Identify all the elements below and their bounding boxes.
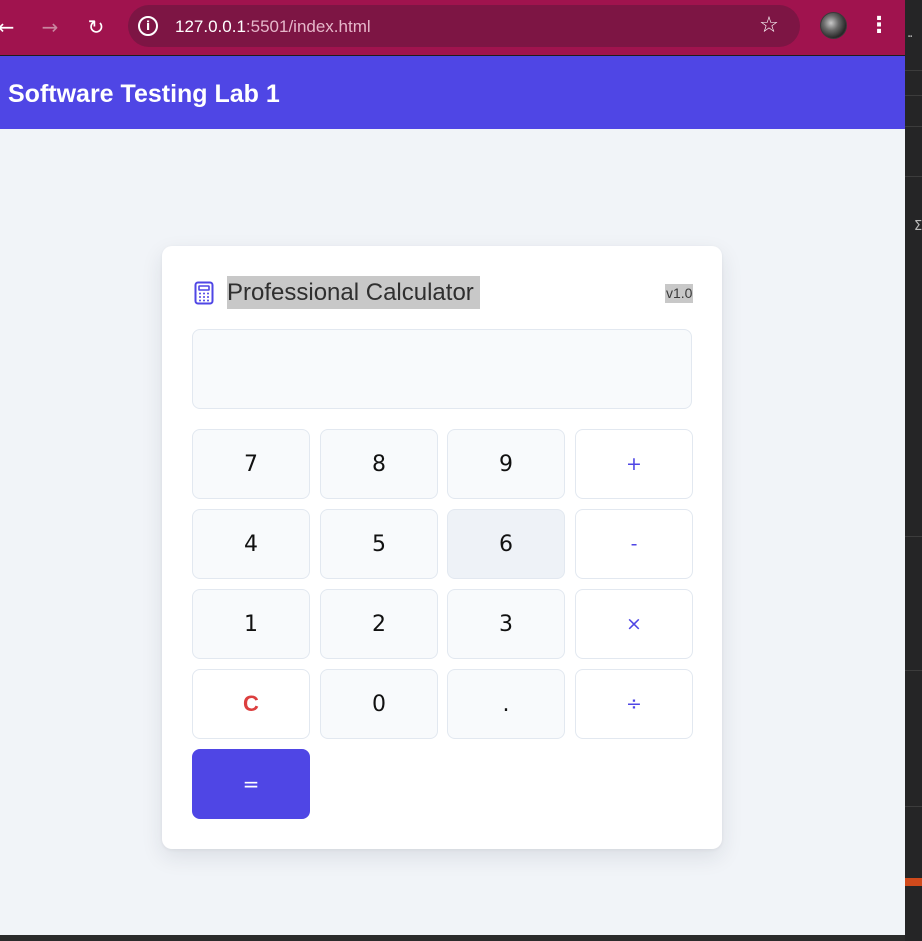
calculator-display[interactable] bbox=[192, 329, 692, 409]
app-header: Software Testing Lab 1 bbox=[0, 56, 905, 129]
divider bbox=[905, 670, 922, 671]
calculator-icon bbox=[194, 281, 214, 305]
window-bottom-edge bbox=[0, 935, 905, 941]
equals-button[interactable]: = bbox=[192, 749, 310, 819]
key-4[interactable]: 4 bbox=[192, 509, 310, 579]
arrow-left-icon[interactable]: ← bbox=[0, 11, 22, 43]
site-info-icon[interactable]: i bbox=[138, 16, 158, 36]
divider bbox=[905, 806, 922, 807]
url-host: 127.0.0.1 bbox=[175, 17, 246, 36]
status-marker bbox=[905, 878, 922, 886]
url-path: :5501/index.html bbox=[245, 17, 371, 36]
divide-button[interactable]: ÷ bbox=[575, 669, 693, 739]
calculator-title: Professional Calculator bbox=[227, 276, 480, 309]
divider bbox=[905, 70, 922, 71]
subtract-button[interactable]: - bbox=[575, 509, 693, 579]
divider bbox=[905, 536, 922, 537]
calculator-card: Professional Calculator v1.0 7 8 9 + 4 5… bbox=[162, 246, 722, 849]
url-text[interactable]: 127.0.0.1:5501/index.html bbox=[175, 17, 371, 37]
clear-button[interactable]: C bbox=[192, 669, 310, 739]
key-1[interactable]: 1 bbox=[192, 589, 310, 659]
multiply-button[interactable]: × bbox=[575, 589, 693, 659]
key-7[interactable]: 7 bbox=[192, 429, 310, 499]
key-5[interactable]: 5 bbox=[320, 509, 438, 579]
divider bbox=[905, 126, 922, 127]
profile-avatar[interactable] bbox=[820, 12, 847, 39]
key-6[interactable]: 6 bbox=[447, 509, 565, 579]
divider bbox=[905, 176, 922, 177]
panel-glyph-icon: Σ bbox=[914, 219, 922, 234]
key-3[interactable]: 3 bbox=[447, 589, 565, 659]
screen: ← → ↻ i 127.0.0.1:5501/index.html ☆ ⋮ ··… bbox=[0, 0, 922, 941]
star-icon[interactable]: ☆ bbox=[756, 13, 782, 39]
key-2[interactable]: 2 bbox=[320, 589, 438, 659]
divider bbox=[905, 95, 922, 96]
arrow-right-icon[interactable]: → bbox=[34, 11, 66, 43]
devtools-panel-edge: ·· Σ bbox=[905, 0, 922, 941]
address-bar[interactable]: i 127.0.0.1:5501/index.html ☆ bbox=[128, 5, 800, 47]
browser-toolbar: ← → ↻ i 127.0.0.1:5501/index.html ☆ ⋮ bbox=[0, 0, 905, 55]
app-title: Software Testing Lab 1 bbox=[8, 80, 280, 108]
key-8[interactable]: 8 bbox=[320, 429, 438, 499]
version-badge: v1.0 bbox=[665, 284, 694, 303]
decimal-button[interactable]: . bbox=[447, 669, 565, 739]
key-0[interactable]: 0 bbox=[320, 669, 438, 739]
add-button[interactable]: + bbox=[575, 429, 693, 499]
reload-icon[interactable]: ↻ bbox=[80, 11, 112, 43]
kebab-menu-icon[interactable]: ⋮ bbox=[866, 11, 892, 41]
key-9[interactable]: 9 bbox=[447, 429, 565, 499]
more-dots-icon[interactable]: ·· bbox=[907, 30, 913, 45]
